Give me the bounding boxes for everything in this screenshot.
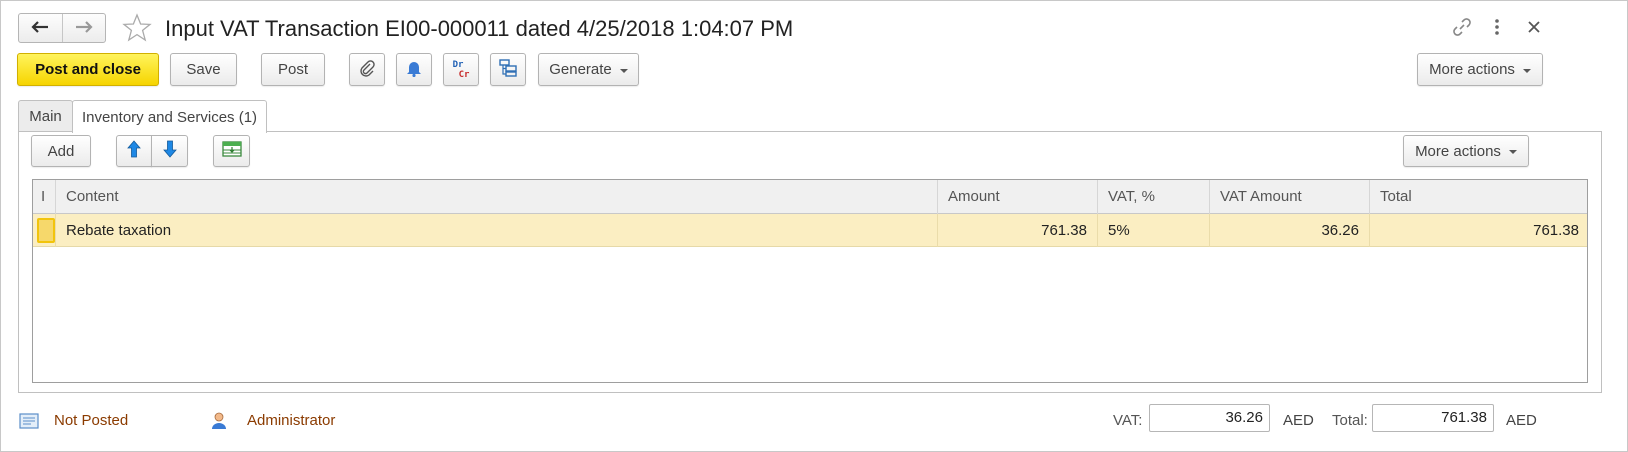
arrow-up-icon — [127, 140, 141, 162]
save-button[interactable]: Save — [170, 53, 237, 86]
arrow-right-icon — [75, 20, 93, 36]
more-actions-dropdown[interactable]: More actions — [1417, 53, 1543, 86]
cell-vat-amount[interactable]: 36.26 — [1210, 214, 1370, 247]
column-header-total[interactable]: Total — [1370, 180, 1587, 214]
column-header-indicator[interactable]: I — [33, 180, 56, 214]
column-header-vat-amount[interactable]: VAT Amount — [1210, 180, 1370, 214]
inventory-table: I Content Amount VAT, % VAT Amount Total… — [32, 179, 1588, 383]
table-row[interactable]: Rebate taxation 761.38 5% 36.26 761.38 — [33, 214, 1587, 247]
table-header: I Content Amount VAT, % VAT Amount Total — [33, 180, 1587, 214]
cr-label: Cr — [458, 69, 470, 80]
move-up-button[interactable] — [116, 135, 152, 167]
link-icon — [1452, 17, 1472, 40]
row-indicator — [37, 218, 55, 243]
window-menu-button[interactable] — [1484, 15, 1510, 41]
back-button[interactable] — [19, 14, 62, 42]
grand-total-label: Total: — [1332, 412, 1368, 429]
column-header-amount[interactable]: Amount — [938, 180, 1098, 214]
attach-files-button[interactable] — [349, 53, 385, 86]
dr-label: Dr — [452, 59, 464, 70]
total-currency: AED — [1506, 412, 1537, 429]
column-header-vat-rate[interactable]: VAT, % — [1098, 180, 1210, 214]
paperclip-icon — [358, 59, 376, 81]
author-link[interactable]: Administrator — [247, 409, 335, 433]
document-title: Input VAT Transaction EI00-000011 dated … — [165, 16, 794, 41]
dr-cr-button[interactable]: Dr Cr — [443, 53, 479, 86]
forward-button[interactable] — [61, 14, 105, 42]
move-down-button[interactable] — [151, 135, 188, 167]
cell-vat-rate[interactable]: 5% — [1098, 214, 1210, 247]
vat-total-label: VAT: — [1113, 412, 1143, 429]
arrow-left-icon — [31, 20, 49, 36]
vat-total-field: 36.26 — [1149, 404, 1270, 432]
bell-icon — [406, 59, 422, 81]
table-more-actions-label: More actions — [1415, 142, 1501, 160]
tab-main[interactable]: Main — [18, 100, 73, 132]
posting-status-link[interactable]: Not Posted — [54, 409, 128, 433]
tab-inventory-and-services[interactable]: Inventory and Services (1) — [72, 100, 267, 133]
reminder-button[interactable] — [396, 53, 432, 86]
fill-table-button[interactable] — [213, 135, 250, 167]
post-button[interactable]: Post — [261, 53, 325, 86]
chevron-down-icon — [1522, 68, 1531, 73]
favorite-button[interactable] — [121, 12, 153, 46]
document-window: Input VAT Transaction EI00-000011 dated … — [0, 0, 1628, 452]
document-structure-button[interactable] — [490, 53, 526, 86]
fill-table-icon — [221, 141, 242, 161]
row-indicator-cell — [33, 214, 56, 247]
structure-icon — [498, 58, 518, 82]
copy-link-button[interactable] — [1449, 15, 1475, 41]
grand-total-field: 761.38 — [1372, 404, 1494, 432]
history-navigation — [18, 13, 106, 43]
chevron-down-icon — [619, 68, 628, 73]
vat-currency: AED — [1283, 412, 1314, 429]
arrow-down-icon — [162, 140, 177, 162]
close-icon — [1528, 20, 1540, 36]
vertical-dots-icon — [1494, 18, 1500, 39]
cell-total[interactable]: 761.38 — [1370, 214, 1587, 247]
generate-label: Generate — [549, 61, 612, 78]
add-row-button[interactable]: Add — [31, 135, 91, 167]
chevron-down-icon — [1508, 150, 1517, 154]
generate-dropdown[interactable]: Generate — [538, 53, 639, 86]
close-button[interactable] — [1521, 15, 1547, 41]
post-and-close-button[interactable]: Post and close — [17, 53, 159, 86]
star-outline-icon — [122, 12, 152, 46]
document-status-icon — [18, 411, 40, 431]
user-icon — [208, 411, 230, 431]
table-more-actions-dropdown[interactable]: More actions — [1403, 135, 1529, 167]
cell-amount[interactable]: 761.38 — [938, 214, 1098, 247]
column-header-content[interactable]: Content — [56, 180, 938, 214]
cell-content[interactable]: Rebate taxation — [56, 214, 938, 247]
more-actions-label: More actions — [1429, 61, 1515, 78]
